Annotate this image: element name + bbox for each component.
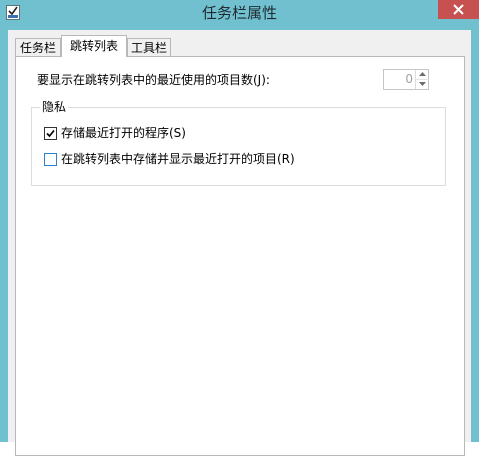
recent-items-value[interactable]: 0 (384, 72, 413, 87)
jumplist-tab-panel: 要显示在跳转列表中的最近使用的项目数(J): 0 隐私 存储最近打开的程序(S)… (15, 56, 465, 456)
spinner-down-button[interactable] (416, 80, 429, 89)
window-title: 任务栏属性 (201, 4, 277, 22)
close-icon (453, 4, 464, 15)
arrow-up-icon (419, 72, 426, 76)
privacy-group-title: 隐私 (40, 99, 69, 115)
store-recent-items-checkbox[interactable] (44, 153, 57, 166)
privacy-group: 隐私 存储最近打开的程序(S) 在跳转列表中存储并显示最近打开的项目(R) (31, 99, 446, 186)
checkmark-icon (46, 129, 55, 138)
tab-taskbar[interactable]: 任务栏 (15, 38, 61, 56)
store-recent-programs-label[interactable]: 存储最近打开的程序(S) (61, 125, 186, 141)
close-button[interactable] (438, 0, 479, 19)
arrow-down-icon (419, 82, 426, 86)
properties-window: 任务栏属性 任务栏 跳转列表 工具栏 要显示在跳转列表中的最近使用的项目数(J)… (0, 0, 479, 456)
tab-jumplist[interactable]: 跳转列表 (61, 35, 127, 57)
tab-toolbars[interactable]: 工具栏 (127, 38, 171, 56)
dialog-client-area: 任务栏 跳转列表 工具栏 要显示在跳转列表中的最近使用的项目数(J): 0 隐私 (8, 30, 471, 456)
store-recent-programs-checkbox[interactable] (44, 127, 57, 140)
spinner-up-button[interactable] (416, 70, 429, 80)
recent-items-label: 要显示在跳转列表中的最近使用的项目数(J): (37, 73, 270, 87)
title-bar[interactable]: 任务栏属性 (0, 0, 479, 28)
store-recent-items-label[interactable]: 在跳转列表中存储并显示最近打开的项目(R) (61, 151, 295, 167)
recent-items-spinner[interactable]: 0 (383, 69, 429, 90)
